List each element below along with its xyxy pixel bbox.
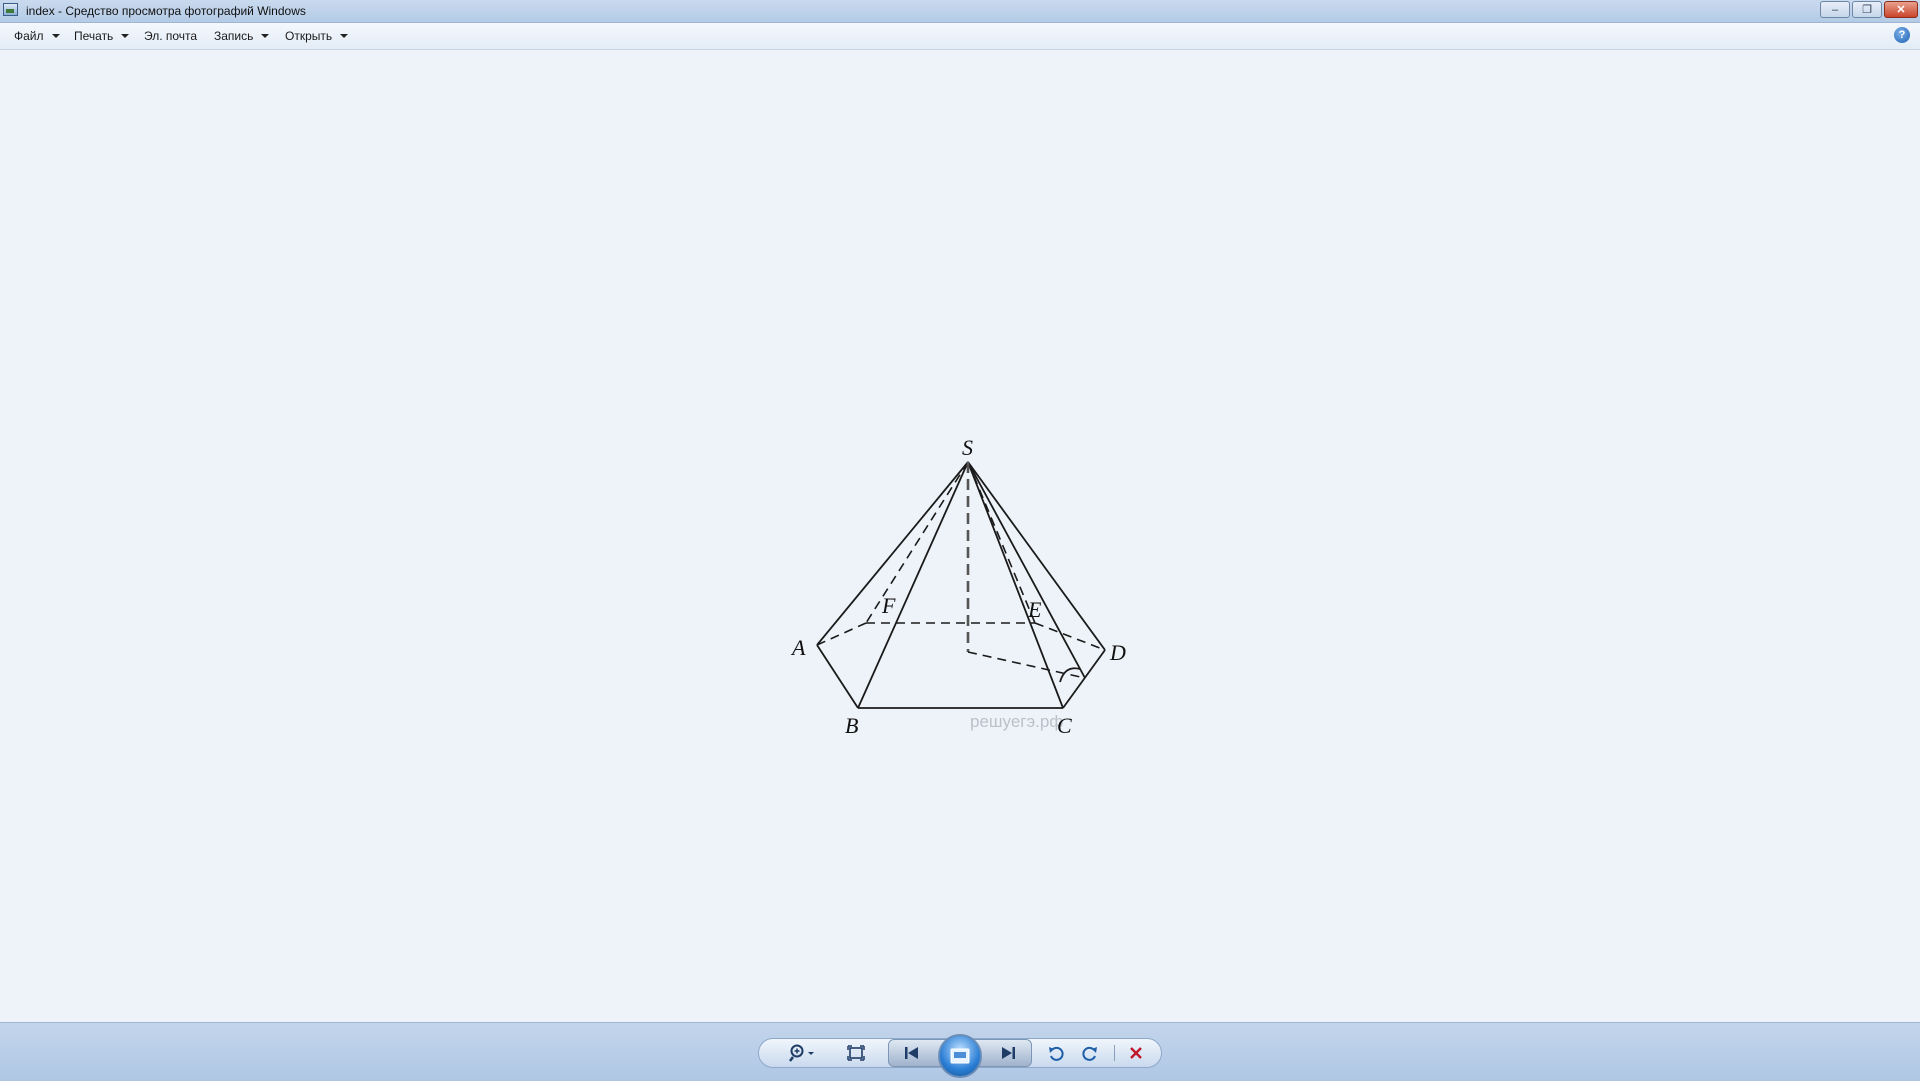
menu-print[interactable]: Печать [74,29,130,43]
image-viewport: решуегэ.рф S A B C D E F [0,50,1920,1022]
chevron-down-icon [261,34,270,38]
menu-burn[interactable]: Запись [214,29,270,43]
next-icon [1002,1047,1015,1059]
menu-burn-label: Запись [214,29,254,43]
app-icon [3,3,18,16]
menu-open-label: Открыть [285,29,333,43]
vertex-label-f: F [881,593,896,618]
zoom-button[interactable] [785,1038,819,1068]
slant-height [967,461,1086,679]
close-icon: ✕ [1896,4,1906,16]
vertex-label-c: C [1057,713,1072,738]
edge-cd [1062,649,1106,709]
fit-to-window-button[interactable] [842,1038,870,1068]
edge-sc [967,461,1064,709]
rotate-clockwise-icon [1082,1046,1097,1061]
angle-arc [1059,667,1081,683]
window-title: index - Средство просмотра фотографий Wi… [26,4,306,18]
minimize-button[interactable]: – [1820,1,1850,18]
control-separator [1114,1045,1115,1061]
menu-file-label: Файл [14,29,44,43]
menu-file[interactable]: Файл [14,29,60,43]
fit-to-window-icon [847,1045,865,1061]
restore-button[interactable]: ❐ [1852,1,1882,18]
rotate-counterclockwise-icon [1049,1046,1064,1061]
delete-icon [1130,1047,1142,1059]
delete-button[interactable] [1124,1038,1148,1068]
rotate-clockwise-button[interactable] [1078,1038,1102,1068]
menu-email-label: Эл. почта [144,29,198,43]
watermark: решуегэ.рф [970,712,1063,731]
zoom-icon [789,1044,814,1062]
apothem-base [967,651,1086,679]
chevron-down-icon [121,34,130,38]
menu-print-label: Печать [74,29,114,43]
slideshow-icon [950,1048,970,1064]
pyramid-diagram: решуегэ.рф S A B C D E F [790,435,1126,738]
title-bar: index - Средство просмотра фотографий Wi… [0,0,1920,23]
vertex-label-a: A [790,635,806,660]
photo-viewer-window: index - Средство просмотра фотографий Wi… [0,0,1920,1081]
help-icon[interactable]: ? [1894,27,1910,43]
slideshow-button[interactable] [938,1034,982,1078]
displayed-image: решуегэ.рф S A B C D E F [780,425,1150,745]
edge-ab [816,644,859,709]
close-button[interactable]: ✕ [1884,1,1918,18]
chevron-down-icon [51,34,60,38]
vertex-label-e: E [1027,597,1042,622]
vertex-label-d: D [1109,640,1126,665]
vertex-label-b: B [845,713,858,738]
menu-email[interactable]: Эл. почта [144,29,197,43]
chevron-down-icon [340,34,349,38]
control-bar [0,1022,1920,1081]
menu-open[interactable]: Открыть [285,29,349,43]
edge-af [816,622,867,646]
next-button[interactable] [994,1038,1022,1068]
restore-icon: ❐ [1862,4,1872,16]
menu-bar: Файл Печать Эл. почта Запись Открыть ? [0,23,1920,50]
minimize-icon: – [1831,3,1839,16]
rotate-counterclockwise-button[interactable] [1044,1038,1068,1068]
vertex-label-s: S [962,435,973,460]
previous-icon [905,1047,918,1059]
edge-sb [857,461,969,709]
previous-button[interactable] [898,1038,926,1068]
